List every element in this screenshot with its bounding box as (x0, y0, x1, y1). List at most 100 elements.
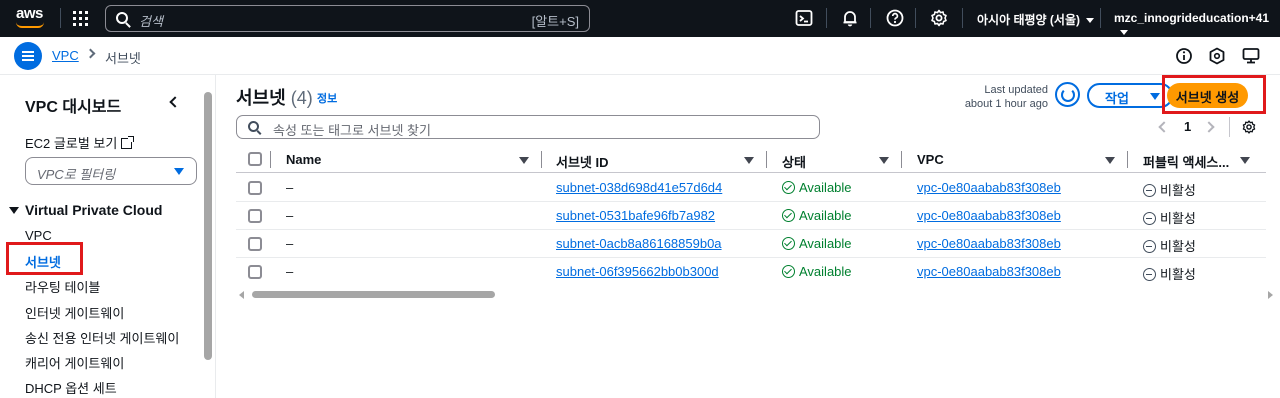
last-updated-line2: about 1 hour ago (964, 98, 1048, 110)
public-access-text: 비활성 (1160, 239, 1196, 254)
table-preferences-gear-icon[interactable] (1241, 119, 1257, 135)
sort-icon[interactable] (1105, 157, 1115, 164)
services-grid-icon[interactable] (73, 11, 88, 26)
select-all-checkbox[interactable] (248, 152, 262, 166)
cell-state: Available (782, 264, 852, 279)
column-header-subnet-id[interactable]: 서브넷 ID (556, 152, 609, 171)
check-circle-icon (782, 181, 795, 194)
scroll-right-arrow-icon[interactable] (1268, 291, 1273, 299)
column-divider (766, 151, 767, 168)
sort-icon[interactable] (1240, 157, 1250, 164)
cell-name: – (286, 264, 294, 279)
sidebar-item-vpc[interactable]: VPC (25, 228, 52, 243)
top-navigation: aws 검색 [알트+S] 아시아 태평양 (서울) mzc_innogride… (0, 0, 1280, 37)
section-virtual-private-cloud[interactable]: Virtual Private Cloud (9, 202, 162, 218)
region-label: 아시아 태평양 (서울) (977, 13, 1080, 27)
table-row[interactable]: – subnet-0531bafe96fb7a982 Available vpc… (236, 202, 1266, 230)
sort-icon[interactable] (879, 157, 889, 164)
cell-name: – (286, 208, 294, 223)
security-shield-icon[interactable] (1208, 47, 1226, 65)
column-header-name[interactable]: Name (286, 152, 321, 167)
sidebar-item-internet-gateways[interactable]: 인터넷 게이트웨이 (25, 303, 124, 322)
column-header-state[interactable]: 상태 (782, 152, 806, 171)
notifications-bell-icon[interactable] (840, 8, 860, 28)
settings-gear-icon[interactable] (929, 8, 949, 28)
cloudshell-icon[interactable] (794, 8, 814, 28)
sidebar-item-egress-only-igw[interactable]: 송신 전용 인터넷 게이트웨이 (25, 328, 179, 347)
feedback-icon[interactable] (1242, 47, 1260, 65)
column-header-public-access[interactable]: 퍼블릭 액세스... (1143, 152, 1229, 171)
breadcrumb-vpc-link[interactable]: VPC (52, 48, 79, 63)
cell-public-access: 비활성 (1143, 208, 1196, 227)
breadcrumb-bar: VPC 서브넷 (0, 37, 1280, 75)
cell-vpc-link[interactable]: vpc-0e80aabab83f308eb (917, 264, 1061, 279)
side-nav-toggle-button[interactable] (14, 42, 42, 70)
nav-divider (962, 8, 963, 28)
aws-logo[interactable]: aws (14, 5, 48, 31)
public-access-text: 비활성 (1160, 211, 1196, 226)
vpc-filter-select[interactable]: VPC로 필터링 (25, 157, 197, 185)
subnet-search-input[interactable]: 속성 또는 태그로 서브넷 찾기 (236, 115, 820, 139)
chevron-right-icon (85, 48, 96, 59)
external-link-icon (121, 136, 135, 149)
cell-subnet-id-link[interactable]: subnet-0531bafe96fb7a982 (556, 208, 715, 223)
account-menu[interactable]: mzc_innogrideducation+41 (1114, 11, 1280, 39)
cell-vpc-link[interactable]: vpc-0e80aabab83f308eb (917, 180, 1061, 195)
sidebar-item-carrier-gateways[interactable]: 캐리어 게이트웨이 (25, 353, 124, 372)
info-link[interactable]: 정보 (317, 90, 337, 106)
cell-subnet-id-link[interactable]: subnet-0acb8a86168859b0a (556, 236, 722, 251)
column-divider (541, 151, 542, 168)
chevron-down-icon (1120, 30, 1128, 36)
actions-dropdown-button[interactable]: 작업 (1087, 83, 1173, 108)
cell-subnet-id-link[interactable]: subnet-06f395662bb0b300d (556, 264, 719, 279)
refresh-button[interactable] (1055, 82, 1080, 107)
column-divider (1127, 151, 1128, 168)
actions-label: 작업 (1105, 91, 1129, 106)
scrollbar-thumb[interactable] (252, 291, 495, 298)
cell-name: – (286, 180, 294, 195)
sidebar-item-route-tables[interactable]: 라우팅 테이블 (25, 277, 100, 296)
info-icon[interactable] (1175, 47, 1193, 65)
table-row[interactable]: – subnet-0acb8a86168859b0a Available vpc… (236, 230, 1266, 258)
column-header-vpc[interactable]: VPC (917, 152, 944, 167)
cell-public-access: 비활성 (1143, 264, 1196, 283)
page-title: 서브넷 (4) (236, 84, 313, 110)
row-checkbox[interactable] (248, 237, 262, 251)
check-circle-icon (782, 209, 795, 222)
state-text: Available (799, 180, 852, 195)
sidebar-item-dhcp-option-sets[interactable]: DHCP 옵션 세트 (25, 378, 117, 397)
side-nav-title[interactable]: VPC 대시보드 (25, 93, 121, 117)
table-row[interactable]: – subnet-038d698d41e57d6d4 Available vpc… (236, 174, 1266, 202)
table-horizontal-scrollbar[interactable] (236, 288, 1276, 302)
scroll-left-arrow-icon[interactable] (239, 291, 244, 299)
search-icon (116, 12, 128, 24)
row-checkbox[interactable] (248, 209, 262, 223)
row-checkbox[interactable] (248, 265, 262, 279)
region-selector[interactable]: 아시아 태평양 (서울) (977, 11, 1094, 28)
subnet-count: (4) (290, 88, 313, 108)
previous-page-icon[interactable] (1158, 121, 1170, 133)
close-side-nav-icon[interactable] (169, 96, 181, 108)
cell-public-access: 비활성 (1143, 180, 1196, 199)
highlight-box-subnets (6, 242, 83, 275)
cell-vpc-link[interactable]: vpc-0e80aabab83f308eb (917, 236, 1061, 251)
global-search-input[interactable]: 검색 [알트+S] (105, 5, 590, 32)
current-page-number[interactable]: 1 (1184, 119, 1191, 134)
state-text: Available (799, 208, 852, 223)
help-icon[interactable] (885, 8, 905, 28)
aws-smile-icon (16, 22, 44, 28)
sidebar-scrollbar[interactable] (204, 92, 212, 360)
cell-subnet-id-link[interactable]: subnet-038d698d41e57d6d4 (556, 180, 722, 195)
side-navigation: VPC 대시보드 EC2 글로벌 보기 VPC로 필터링 Virtual Pri… (0, 75, 216, 398)
sort-icon[interactable] (744, 157, 754, 164)
row-checkbox[interactable] (248, 181, 262, 195)
nav-divider (826, 8, 827, 28)
sort-icon[interactable] (519, 157, 529, 164)
check-circle-icon (782, 265, 795, 278)
next-page-icon[interactable] (1203, 121, 1215, 133)
cell-vpc-link[interactable]: vpc-0e80aabab83f308eb (917, 208, 1061, 223)
cell-public-access: 비활성 (1143, 236, 1196, 255)
search-icon (248, 121, 259, 132)
table-row[interactable]: – subnet-06f395662bb0b300d Available vpc… (236, 258, 1266, 286)
ec2-global-view-link[interactable]: EC2 글로벌 보기 (25, 133, 135, 152)
